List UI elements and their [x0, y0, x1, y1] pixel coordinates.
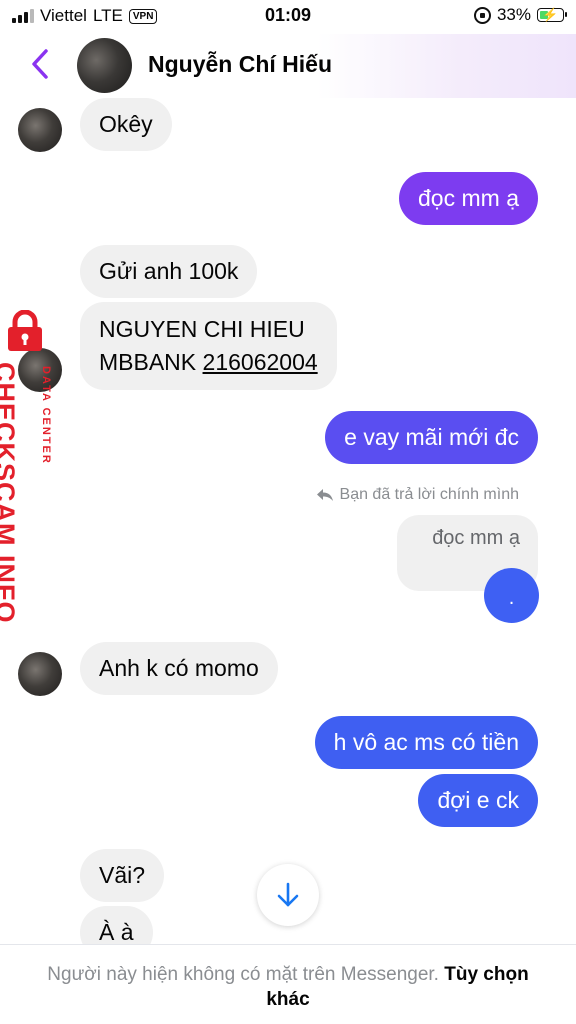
- bank-account-line: MBBANK 216062004: [99, 346, 318, 379]
- battery-icon: ⚡: [537, 7, 567, 22]
- message-bubble-incoming[interactable]: Anh k có momo: [80, 642, 278, 695]
- scroll-to-bottom-button[interactable]: [257, 864, 319, 926]
- watermark-main-text: CHECKSCAM.INFO: [0, 362, 20, 624]
- account-number-link[interactable]: 216062004: [203, 349, 318, 375]
- scroll-down-arrow-icon: [277, 882, 299, 907]
- status-right: 33% ⚡: [473, 5, 567, 25]
- contact-avatar[interactable]: [77, 38, 132, 93]
- message-bubble-incoming[interactable]: Okêy: [80, 98, 172, 151]
- conversation-header: Nguyễn Chí Hiếu: [0, 34, 576, 98]
- message-bubble-outgoing[interactable]: đợi e ck: [418, 774, 538, 827]
- message-bubble-outgoing[interactable]: e vay mãi mới đc: [325, 411, 538, 464]
- back-arrow-icon: [32, 49, 48, 79]
- back-button[interactable]: [22, 44, 58, 84]
- padlock-icon: [8, 310, 42, 351]
- message-bubble-outgoing[interactable]: đọc mm ạ: [399, 172, 538, 225]
- unavailable-footer: Người này hiện không có mặt trên Messeng…: [0, 944, 576, 1024]
- unavailable-notice: Người này hiện không có mặt trên Messeng…: [47, 964, 439, 985]
- charging-bolt-icon: ⚡: [542, 7, 559, 22]
- rotation-lock-icon: [473, 6, 491, 24]
- battery-percent: 33%: [496, 5, 531, 24]
- message-bubble-outgoing[interactable]: h vô ac ms có tiền: [314, 716, 538, 769]
- sender-avatar[interactable]: [18, 652, 62, 696]
- reply-arrow-icon: [316, 489, 333, 501]
- sender-avatar[interactable]: [18, 108, 62, 152]
- message-bubble-incoming[interactable]: Gửi anh 100k: [80, 245, 258, 298]
- contact-name[interactable]: Nguyễn Chí Hiếu: [148, 51, 332, 78]
- message-bubble-outgoing[interactable]: .: [484, 568, 539, 623]
- bank-name: MBBANK: [99, 349, 203, 375]
- bank-account-name: NGUYEN CHI HIEU: [99, 316, 305, 342]
- reply-note-text: Bạn đã trả lời chính mình: [339, 486, 519, 503]
- reply-note: Bạn đã trả lời chính mình: [316, 486, 519, 504]
- status-bar: Viettel LTE VPN 01:09 33% ⚡: [0, 0, 576, 34]
- message-bubble-bank-info[interactable]: NGUYEN CHI HIEU MBBANK 216062004: [80, 302, 337, 390]
- message-bubble-incoming[interactable]: Vãi?: [80, 849, 165, 902]
- watermark-sub-text: DATA CENTER: [40, 366, 52, 465]
- watermark: CHECKSCAM.INFO DATA CENTER: [0, 310, 62, 624]
